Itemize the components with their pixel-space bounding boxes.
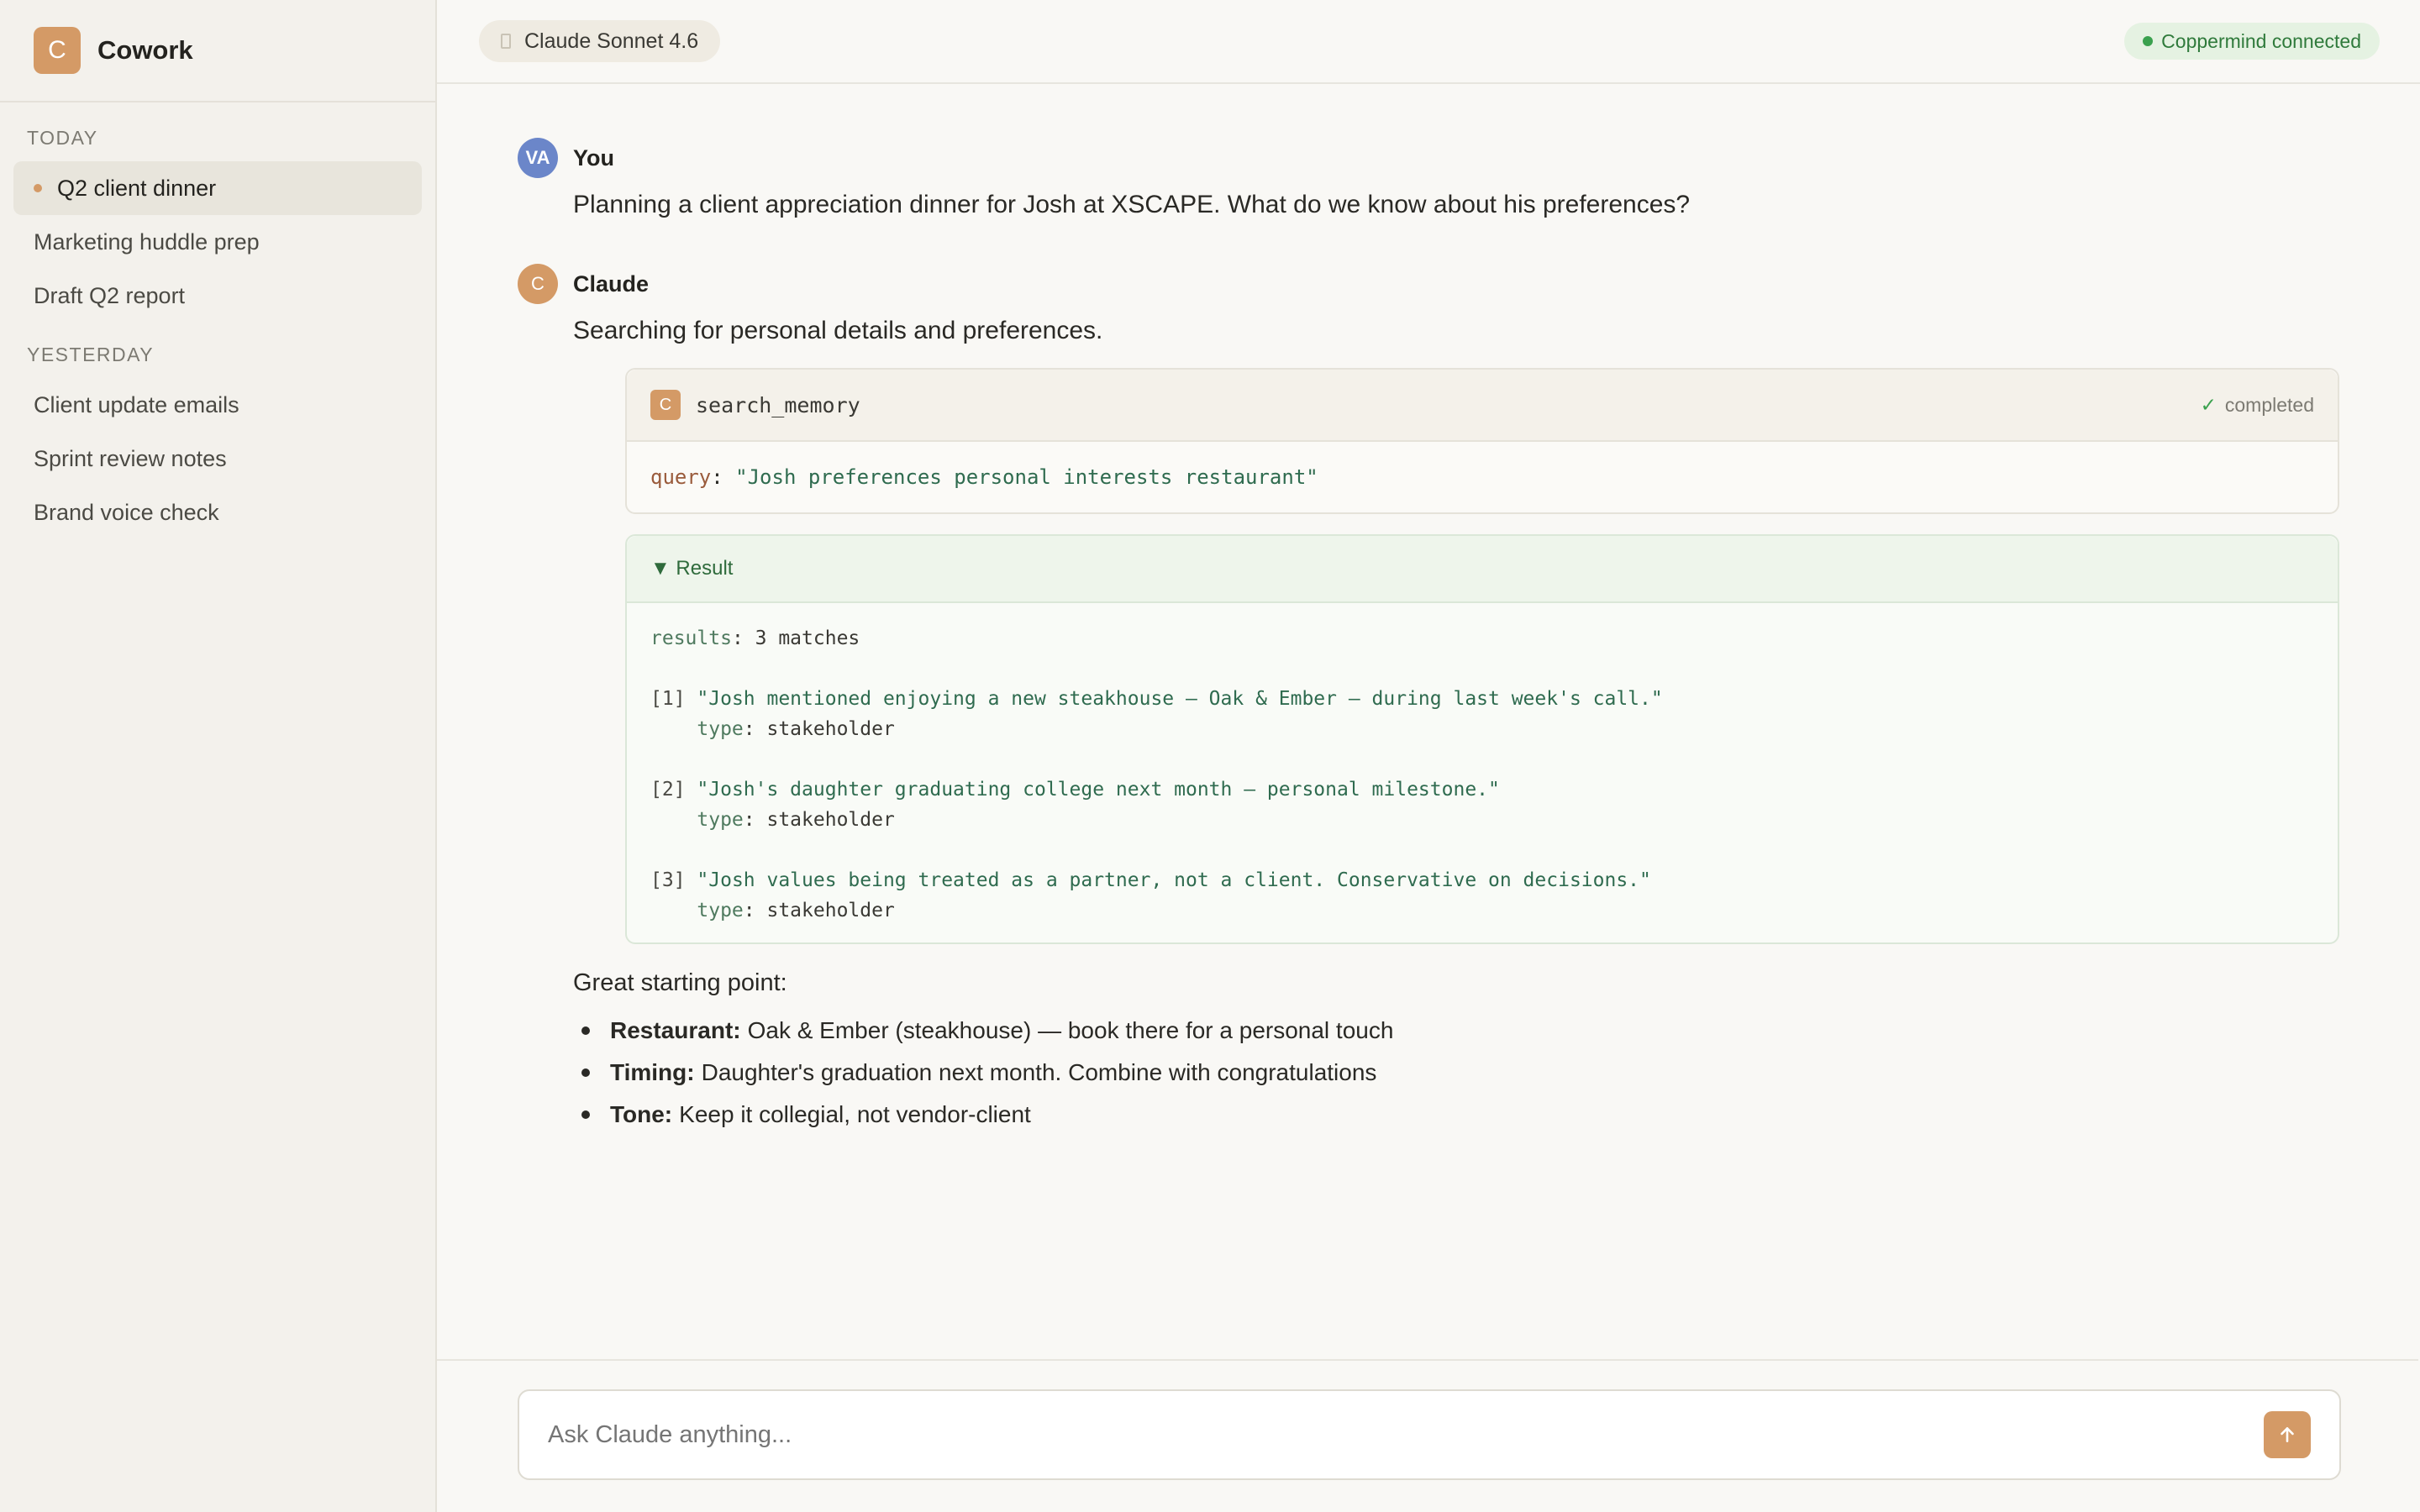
sidebar-item-client-update-emails[interactable]: Client update emails <box>13 378 422 432</box>
result-summary-value: 3 matches <box>755 627 860 649</box>
result-type-value: stakeholder <box>766 809 895 831</box>
result-type-key: type <box>697 900 744 921</box>
result-type-key: type <box>697 809 744 831</box>
conversation: VA You Planning a client appreciation di… <box>518 84 2341 1136</box>
sidebar-item-brand-voice-check[interactable]: Brand voice check <box>13 486 422 539</box>
claude-avatar: C <box>518 264 558 304</box>
status-dot-icon <box>2143 36 2154 46</box>
message-input[interactable] <box>548 1420 2144 1449</box>
list-item: Restaurant: Oak & Ember (steakhouse) — b… <box>573 1010 2341 1052</box>
topbar: Claude Sonnet 4.6 Coppermind connected <box>437 0 2420 84</box>
assistant-message: C Claude Searching for personal details … <box>518 264 2341 1136</box>
query-value: "Josh preferences personal interests res… <box>735 465 1318 489</box>
result-type-key: type <box>697 718 744 740</box>
list-item: Tone: Keep it collegial, not vendor-clie… <box>573 1094 2341 1136</box>
section-label-yesterday: YESTERDAY <box>27 344 155 365</box>
user-message-header: VA You <box>518 138 2341 178</box>
main-panel: Claude Sonnet 4.6 Coppermind connected V… <box>437 0 2420 1512</box>
bullet-label: Timing: <box>610 1059 695 1085</box>
result-index: [2] <box>650 779 686 801</box>
user-sender-name: You <box>573 144 614 171</box>
result-item: [2] "Josh's daughter graduating college … <box>650 774 2314 805</box>
bullet-text: Oak & Ember (steakhouse) — book there fo… <box>747 1017 1394 1043</box>
brand-logo-icon: C <box>34 27 81 74</box>
user-message: VA You Planning a client appreciation di… <box>518 138 2341 222</box>
tool-call-title: C search_memory <box>650 390 860 420</box>
tool-status-text: completed <box>2224 393 2314 416</box>
brand-name: Cowork <box>97 35 193 65</box>
bullet-text: Daughter's graduation next month. Combin… <box>701 1059 1377 1085</box>
brand: C Cowork <box>0 0 435 102</box>
result-text: "Josh's daughter graduating college next… <box>697 779 1500 801</box>
result-summary-key: results <box>650 627 732 649</box>
result-text: "Josh values being treated as a partner,… <box>697 869 1651 891</box>
assistant-message-header: C Claude <box>518 264 2341 304</box>
bullet-dot-icon <box>581 1068 590 1077</box>
sidebar-item-sprint-review-notes[interactable]: Sprint review notes <box>13 432 422 486</box>
bullet-label: Tone: <box>610 1101 673 1127</box>
result-card: ▼ Result results: 3 matches [1] "Josh me… <box>625 534 2339 944</box>
tool-call-card: C search_memory ✓ completed query: "Josh … <box>625 368 2339 514</box>
assistant-sender-name: Claude <box>573 270 650 297</box>
sidebar-item-label: Draft Q2 report <box>34 282 186 308</box>
tool-name: search_memory <box>696 392 860 417</box>
assistant-intro-text: Searching for personal details and prefe… <box>573 317 1103 344</box>
model-selector[interactable]: Claude Sonnet 4.6 <box>479 20 721 62</box>
result-text: "Josh mentioned enjoying a new steakhous… <box>697 688 1663 710</box>
check-icon: ✓ <box>2200 393 2217 416</box>
tool-status: ✓ completed <box>2201 394 2314 417</box>
chat-list-yesterday: Client update emails Sprint review notes… <box>0 378 435 539</box>
result-index: [3] <box>650 869 686 891</box>
bullet-dot-icon <box>581 1026 590 1035</box>
composer <box>518 1389 2341 1480</box>
connection-status-text: Coppermind connected <box>2161 29 2361 52</box>
section-label-today: TODAY <box>27 127 98 149</box>
result-summary: results: 3 matches <box>650 627 860 649</box>
sidebar-item-draft-q2-report[interactable]: Draft Q2 report <box>13 269 422 323</box>
user-avatar: VA <box>518 138 558 178</box>
result-toggle[interactable]: ▼ Result <box>627 536 2338 603</box>
connection-status-badge: Coppermind connected <box>2124 23 2380 60</box>
result-body: results: 3 matches [1] "Josh mentioned e… <box>627 603 2338 942</box>
sidebar-item-label: Client update emails <box>34 391 239 417</box>
user-message-text: Planning a client appreciation dinner fo… <box>573 191 1691 218</box>
bullet-dot-icon <box>581 1110 590 1119</box>
sidebar-item-label: Q2 client dinner <box>57 175 217 201</box>
composer-bar <box>437 1359 2418 1512</box>
arrow-up-icon <box>2281 1427 2294 1442</box>
assistant-followup-text: Great starting point: <box>573 969 787 996</box>
result-type: type: stakeholder <box>697 718 895 740</box>
tool-query: query: "Josh preferences personal intere… <box>627 442 2338 512</box>
sidebar-item-label: Sprint review notes <box>34 445 227 471</box>
sidebar-item-marketing-huddle-prep[interactable]: Marketing huddle prep <box>13 215 422 269</box>
sidebar-item-label: Brand voice check <box>34 499 219 525</box>
list-item: Timing: Daughter's graduation next month… <box>573 1052 2341 1094</box>
result-type-value: stakeholder <box>766 900 895 921</box>
result-item: [3] "Josh values being treated as a part… <box>650 865 2314 895</box>
result-type: type: stakeholder <box>697 900 895 921</box>
result-type: type: stakeholder <box>697 809 895 831</box>
tool-call-wrapper: C search_memory ✓ completed query: "Josh … <box>625 368 2341 944</box>
bullet-text: Keep it collegial, not vendor-client <box>679 1101 1031 1127</box>
sidebar-item-label: Marketing huddle prep <box>34 228 260 255</box>
tool-call-header[interactable]: C search_memory ✓ completed <box>627 370 2338 442</box>
result-index: [1] <box>650 688 686 710</box>
sidebar-item-q2-client-dinner[interactable]: Q2 client dinner <box>13 161 422 215</box>
tool-icon: C <box>650 390 681 420</box>
chat-list-today: Q2 client dinner Marketing huddle prep D… <box>0 161 435 323</box>
send-button[interactable] <box>2264 1411 2311 1458</box>
result-item: [1] "Josh mentioned enjoying a new steak… <box>650 684 2314 714</box>
model-name: Claude Sonnet 4.6 <box>524 29 699 53</box>
bullet-label: Restaurant: <box>610 1017 741 1043</box>
model-icon <box>501 34 511 49</box>
app-window: C Cowork TODAY Q2 client dinner Marketin… <box>0 0 2420 1512</box>
query-key: query <box>650 465 712 489</box>
result-type-value: stakeholder <box>766 718 895 740</box>
sidebar: C Cowork TODAY Q2 client dinner Marketin… <box>0 0 437 1512</box>
bullet-list: Restaurant: Oak & Ember (steakhouse) — b… <box>573 1010 2341 1136</box>
active-dot-icon <box>34 184 42 192</box>
query-colon: : <box>711 465 736 489</box>
